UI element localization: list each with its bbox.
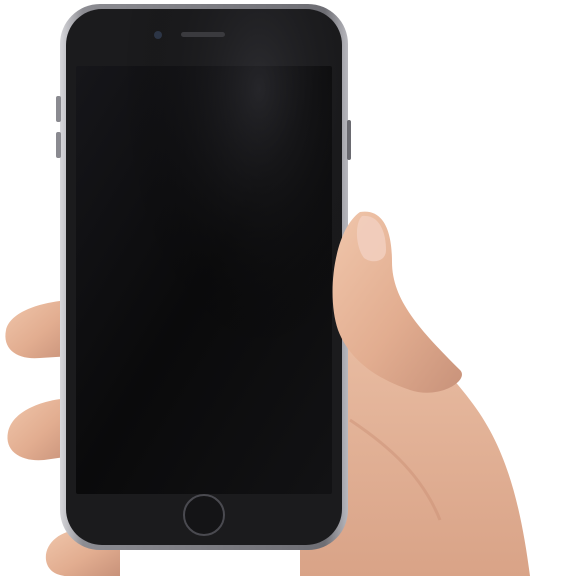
phone-in-hand-illustration	[5, 4, 530, 576]
screen-reflection	[66, 9, 342, 545]
front-camera-icon	[154, 31, 162, 39]
photo-stage	[0, 0, 576, 576]
home-button[interactable]	[183, 494, 225, 536]
power-button	[347, 120, 351, 160]
smartphone	[56, 4, 351, 550]
volume-button-down	[56, 132, 61, 158]
volume-button-up	[56, 96, 61, 122]
earpiece-speaker	[181, 32, 225, 37]
